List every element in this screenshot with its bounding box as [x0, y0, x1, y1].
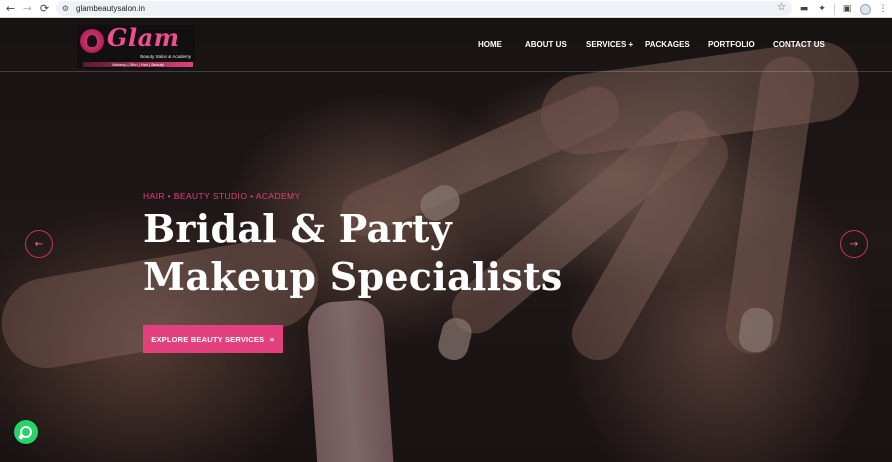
back-icon[interactable]: ←: [2, 0, 19, 17]
toolbar-divider: [834, 3, 835, 15]
slider-prev-arrow-icon[interactable]: ←: [25, 230, 53, 258]
address-bar[interactable]: ⚙ glambeautysalon.in ☆: [56, 1, 792, 16]
reload-icon[interactable]: ⟳: [36, 0, 53, 17]
explore-services-button[interactable]: EXPLORE BEAUTY SERVICES »: [143, 325, 283, 353]
site-logo[interactable]: Glam Beauty Salon & Academy Makeup | Ski…: [77, 23, 195, 69]
whatsapp-icon: [20, 426, 32, 438]
bookmark-star-icon[interactable]: ☆: [777, 2, 786, 13]
forward-icon[interactable]: →: [19, 0, 36, 17]
hero-headline: Bridal & Party Makeup Specialists: [143, 205, 563, 301]
profile-avatar[interactable]: [856, 0, 874, 18]
nav-services[interactable]: SERVICES +: [586, 40, 633, 49]
nav-packages[interactable]: PACKAGES: [645, 40, 690, 49]
url-text[interactable]: glambeautysalon.in: [76, 4, 145, 13]
nav-home[interactable]: HOME: [478, 40, 502, 49]
nav-contact-us[interactable]: CONTACT US: [773, 40, 825, 49]
headline-line-2: Makeup Specialists: [143, 254, 563, 299]
logo-text: Glam: [107, 23, 180, 52]
nav-portfolio[interactable]: PORTFOLIO: [708, 40, 755, 49]
extension-tray: ▬ ✦ ▣ ⋮: [795, 0, 892, 18]
cast-icon[interactable]: ▬: [795, 0, 813, 18]
nav-about-us[interactable]: ABOUT US: [525, 40, 567, 49]
flower-logo-icon: [80, 29, 104, 53]
browser-toolbar: ← → ⟳ ⚙ glambeautysalon.in ☆ ▬ ✦ ▣ ⋮: [0, 0, 892, 18]
tab-search-icon[interactable]: ▣: [838, 0, 856, 18]
headline-line-1: Bridal & Party: [143, 206, 452, 251]
hero-tagline: HAIR • BEAUTY STUDIO • ACADEMY: [143, 191, 301, 201]
whatsapp-chat-button[interactable]: [14, 420, 38, 444]
site-info-icon[interactable]: ⚙: [59, 3, 72, 14]
double-chevron-right-icon: »: [269, 334, 275, 344]
logo-subtitle: Beauty Salon & Academy: [140, 54, 191, 59]
cta-label: EXPLORE BEAUTY SERVICES: [151, 334, 265, 344]
menu-kebab-icon[interactable]: ⋮: [874, 0, 892, 18]
logo-services-bar: Makeup | Skin | Hair | Beauty: [83, 62, 193, 67]
site-header: Glam Beauty Salon & Academy Makeup | Ski…: [0, 18, 892, 72]
slider-next-arrow-icon[interactable]: →: [840, 230, 868, 258]
extensions-icon[interactable]: ✦: [813, 0, 831, 18]
